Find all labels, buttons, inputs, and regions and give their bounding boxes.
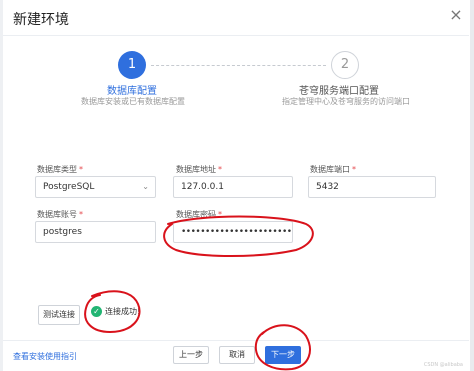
footer-divider xyxy=(3,340,469,341)
step-2-description: 指定管理中心及苍穹服务的访问端口 xyxy=(282,97,410,106)
install-guide-link[interactable]: 查看安装使用指引 xyxy=(13,351,77,362)
required-mark: * xyxy=(79,210,83,219)
db-password-input[interactable]: •••••••••••••••••••••••••••••• xyxy=(173,221,293,243)
close-icon[interactable]: × xyxy=(447,6,465,24)
next-button[interactable]: 下一步 xyxy=(265,346,301,364)
connection-success-message: ✓ 连接成功! xyxy=(91,306,140,324)
cancel-button[interactable]: 取消 xyxy=(219,346,255,364)
db-password-label: 数据库密码 * xyxy=(176,210,222,219)
step-connector-line xyxy=(151,65,326,66)
db-address-label: 数据库地址 * xyxy=(176,165,222,174)
step-1-indicator: 1 xyxy=(118,51,146,79)
required-mark: * xyxy=(218,165,222,174)
new-environment-dialog: 新建环境 × 1 2 数据库配置 数据库安装或已有数据库配置 苍穹服务端口配置 … xyxy=(3,0,469,371)
required-mark: * xyxy=(218,210,222,219)
step-2-title: 苍穹服务端口配置 xyxy=(299,86,379,97)
dialog-title: 新建环境 xyxy=(13,12,69,28)
db-type-select[interactable]: PostgreSQL ⌄ xyxy=(35,176,156,198)
db-user-label: 数据库账号 * xyxy=(37,210,83,219)
dialog-header: 新建环境 × xyxy=(3,0,469,36)
chevron-down-icon: ⌄ xyxy=(142,182,149,191)
check-circle-icon: ✓ xyxy=(91,306,102,317)
db-address-input[interactable]: 127.0.0.1 xyxy=(173,176,293,198)
step-2-indicator: 2 xyxy=(331,51,359,79)
db-port-input[interactable]: 5432 xyxy=(308,176,436,198)
step-1-description: 数据库安装或已有数据库配置 xyxy=(81,97,185,106)
required-mark: * xyxy=(79,165,83,174)
watermark: CSDN @alibaba xyxy=(423,362,463,368)
previous-button[interactable]: 上一步 xyxy=(173,346,209,364)
success-text: 连接成功! xyxy=(105,307,141,316)
db-port-label: 数据库端口 * xyxy=(310,165,356,174)
background-window-edge-right xyxy=(470,0,474,371)
db-type-value: PostgreSQL xyxy=(43,182,95,192)
test-connection-button[interactable]: 测试连接 xyxy=(38,305,80,325)
step-1-title: 数据库配置 xyxy=(107,86,157,97)
db-type-label: 数据库类型 * xyxy=(37,165,83,174)
required-mark: * xyxy=(352,165,356,174)
db-user-input[interactable]: postgres xyxy=(35,221,156,243)
